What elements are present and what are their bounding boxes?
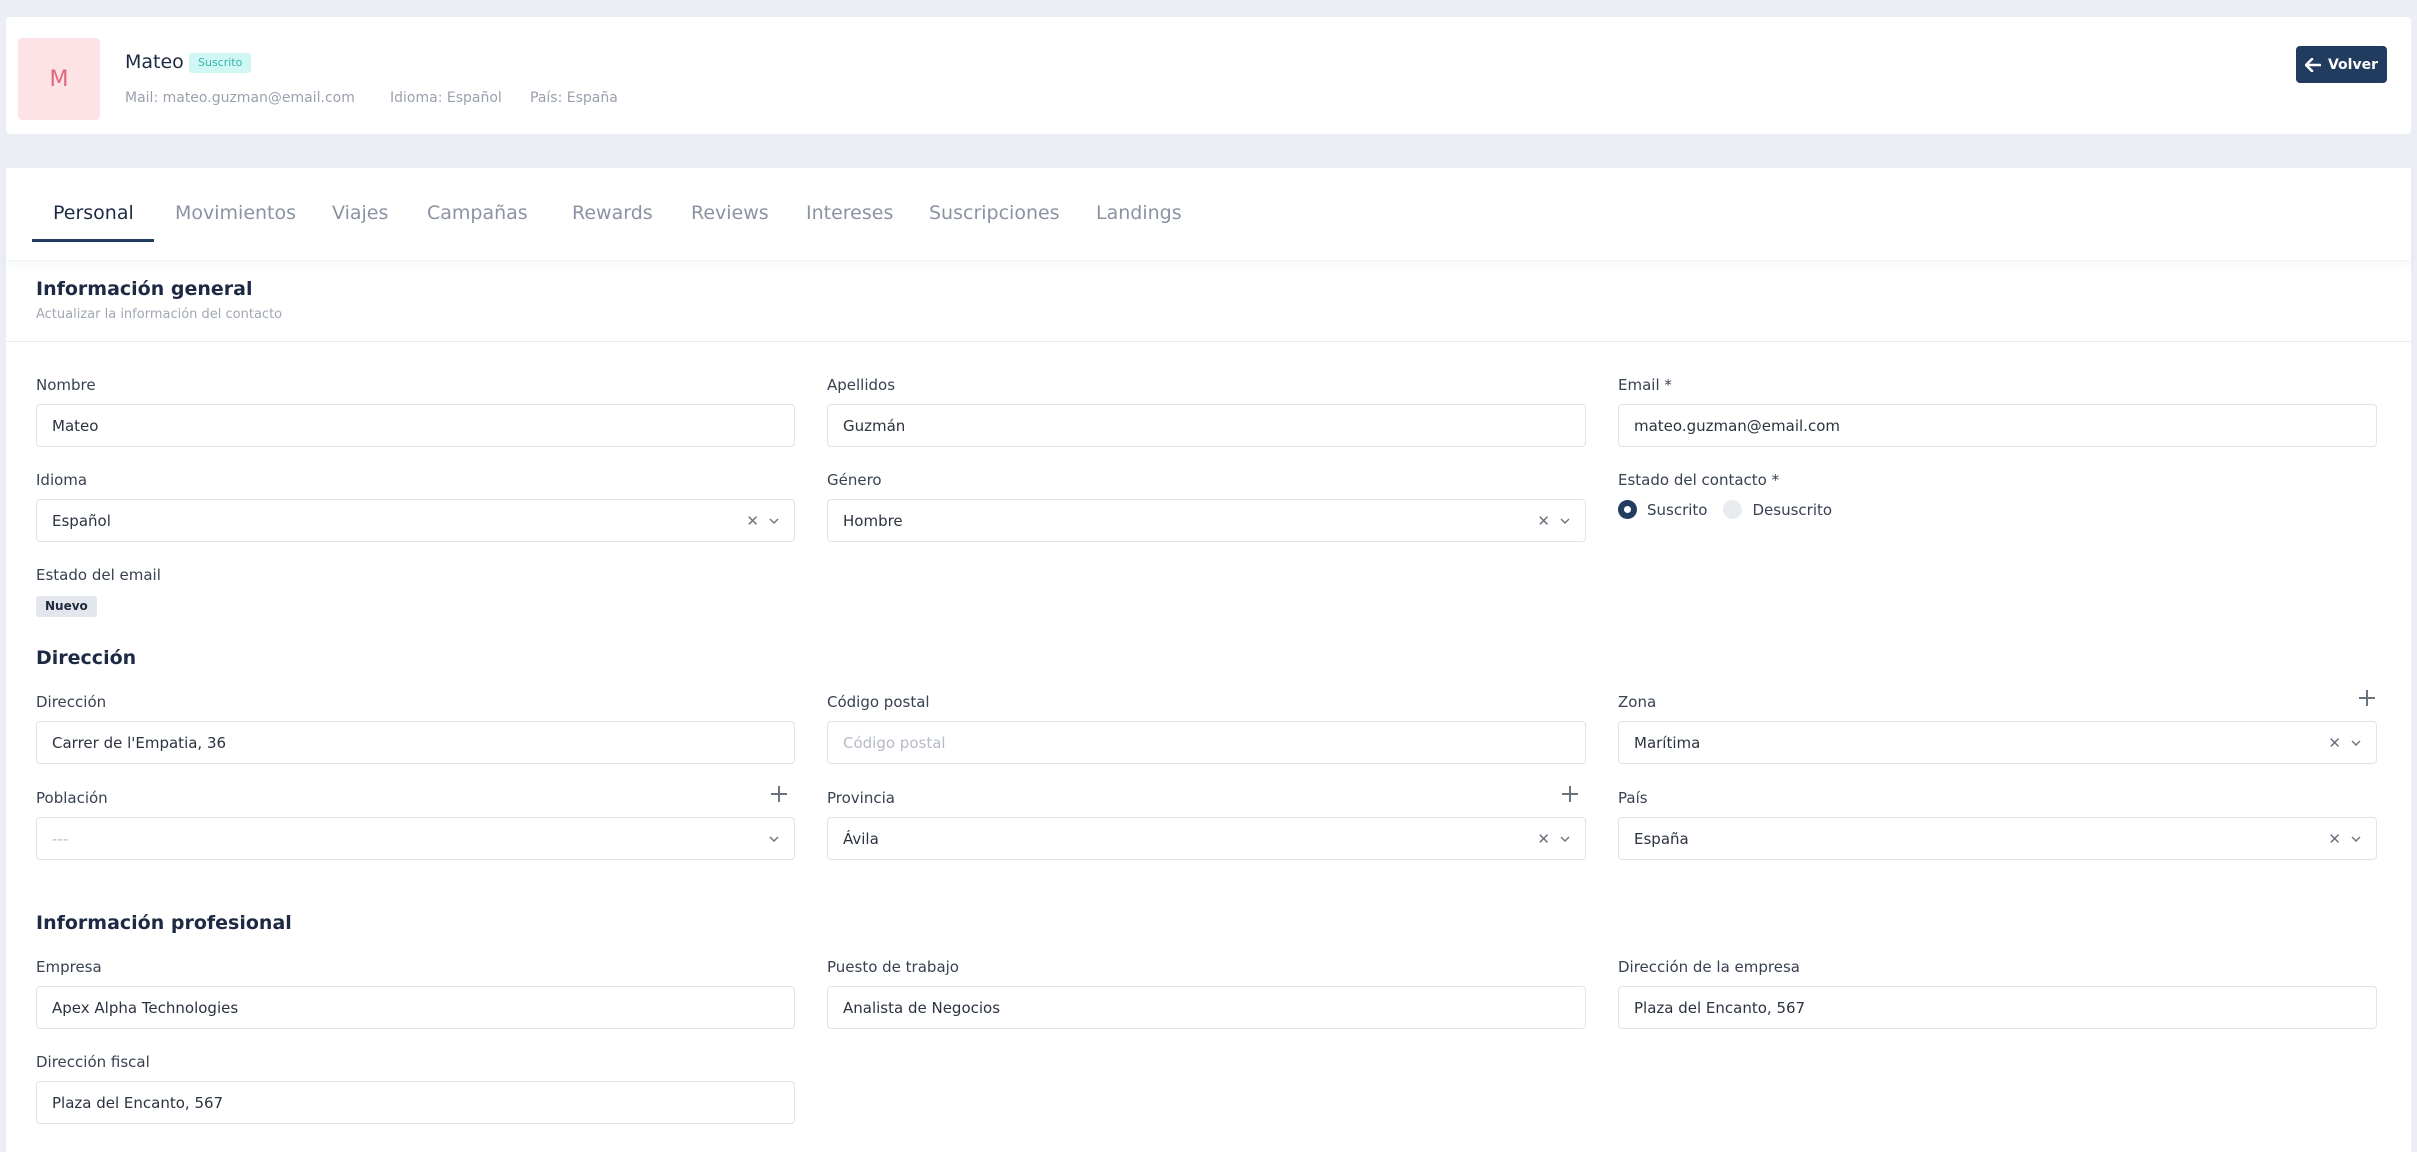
zona-value: Marítima (1634, 733, 1701, 752)
radio-unchecked-icon (1723, 500, 1743, 519)
section-title-direccion: Dirección (36, 647, 137, 669)
tab-suscripciones[interactable]: Suscripciones (929, 202, 1060, 224)
radio-desuscrito[interactable]: Desuscrito (1723, 500, 1832, 519)
close-icon[interactable]: ✕ (1537, 512, 1550, 530)
apellidos-label: Apellidos (827, 376, 896, 394)
zona-label: Zona (1618, 693, 1657, 711)
puesto-label: Puesto de trabajo (827, 958, 959, 976)
idioma-label: Idioma (36, 471, 88, 489)
close-icon[interactable]: ✕ (1537, 830, 1550, 848)
direccion-empresa-value: Plaza del Encanto, 567 (1634, 998, 1806, 1017)
avatar: M (18, 38, 100, 120)
estado-contacto-label: Estado del contacto * (1618, 471, 1780, 489)
genero-select[interactable]: Hombre ✕ (827, 499, 1586, 542)
email-label: Email * (1618, 376, 1672, 394)
nombre-label: Nombre (36, 376, 96, 394)
codigo-postal-input[interactable]: Código postal (827, 721, 1586, 764)
contact-mail: Mail: mateo.guzman@email.com (125, 90, 355, 106)
tab-viajes[interactable]: Viajes (332, 202, 388, 224)
contact-detail-card: Personal Movimientos Viajes Campañas Rew… (6, 168, 2411, 1152)
tab-bar: Personal Movimientos Viajes Campañas Rew… (6, 168, 2411, 261)
codigo-postal-placeholder: Código postal (843, 733, 946, 752)
estado-email-badge: Nuevo (36, 596, 97, 617)
chevron-down-icon[interactable] (769, 518, 779, 524)
tab-rewards[interactable]: Rewards (572, 202, 653, 224)
apellidos-input[interactable]: Guzmán (827, 404, 1586, 447)
poblacion-placeholder: --- (52, 829, 69, 848)
section-subtitle-general: Actualizar la información del contacto (36, 307, 283, 322)
direccion-fiscal-label: Dirección fiscal (36, 1053, 150, 1071)
chevron-down-icon[interactable] (1560, 518, 1570, 524)
empresa-value: Apex Alpha Technologies (52, 998, 239, 1017)
genero-label: Género (827, 471, 882, 489)
genero-value: Hombre (843, 511, 903, 530)
close-icon[interactable]: ✕ (746, 512, 759, 530)
direccion-empresa-input[interactable]: Plaza del Encanto, 567 (1618, 986, 2377, 1029)
radio-checked-icon (1618, 500, 1637, 519)
idioma-select[interactable]: Español ✕ (36, 499, 795, 542)
status-badge: Suscrito (189, 53, 252, 73)
chevron-down-icon[interactable] (769, 836, 779, 842)
avatar-initial: M (49, 66, 69, 92)
chevron-down-icon[interactable] (2351, 836, 2361, 842)
tab-intereses[interactable]: Intereses (806, 202, 893, 224)
provincia-select[interactable]: Ávila ✕ (827, 817, 1586, 860)
apellidos-value: Guzmán (843, 416, 906, 435)
plus-icon[interactable] (2358, 689, 2376, 707)
pais-label: País (1618, 789, 1648, 807)
contact-language: Idioma: Español (390, 90, 502, 106)
chevron-down-icon[interactable] (2351, 740, 2361, 746)
direccion-fiscal-input[interactable]: Plaza del Encanto, 567 (36, 1081, 795, 1124)
chevron-down-icon[interactable] (1560, 836, 1570, 842)
back-button[interactable]: Volver (2296, 46, 2387, 83)
email-input[interactable]: mateo.guzman@email.com (1618, 404, 2377, 447)
pais-select[interactable]: España ✕ (1618, 817, 2377, 860)
section-title-profesional: Información profesional (36, 912, 292, 934)
close-icon[interactable]: ✕ (2328, 830, 2341, 848)
section-divider (6, 341, 2411, 342)
plus-icon[interactable] (770, 785, 788, 803)
email-value: mateo.guzman@email.com (1634, 416, 1840, 435)
poblacion-select[interactable]: --- (36, 817, 795, 860)
radio-desuscrito-label: Desuscrito (1752, 500, 1833, 519)
tab-movimientos[interactable]: Movimientos (175, 202, 296, 224)
direccion-empresa-label: Dirección de la empresa (1618, 958, 1800, 976)
radio-suscrito[interactable]: Suscrito (1618, 500, 1707, 519)
zona-select[interactable]: Marítima ✕ (1618, 721, 2377, 764)
provincia-value: Ávila (843, 829, 879, 848)
tab-campanas[interactable]: Campañas (427, 202, 528, 224)
contact-name: Mateo (125, 51, 184, 73)
direccion-value: Carrer de l'Empatia, 36 (52, 733, 227, 752)
puesto-input[interactable]: Analista de Negocios (827, 986, 1586, 1029)
idioma-value: Español (52, 511, 111, 530)
active-tab-indicator (32, 239, 154, 242)
empresa-label: Empresa (36, 958, 102, 976)
puesto-value: Analista de Negocios (843, 998, 1001, 1017)
back-button-label: Volver (2327, 56, 2378, 73)
radio-suscrito-label: Suscrito (1647, 500, 1708, 519)
contact-country: País: España (530, 90, 618, 106)
estado-email-label: Estado del email (36, 566, 161, 584)
pais-value: España (1634, 829, 1689, 848)
direccion-input[interactable]: Carrer de l'Empatia, 36 (36, 721, 795, 764)
close-icon[interactable]: ✕ (2328, 734, 2341, 752)
estado-contacto-radio-group: Suscrito Desuscrito (1618, 500, 1848, 519)
nombre-input[interactable]: Mateo (36, 404, 795, 447)
direccion-label: Dirección (36, 693, 107, 711)
contact-header-card: M Mateo Suscrito Mail: mateo.guzman@emai… (6, 17, 2411, 134)
section-title-general: Información general (36, 278, 253, 300)
tab-landings[interactable]: Landings (1096, 202, 1182, 224)
empresa-input[interactable]: Apex Alpha Technologies (36, 986, 795, 1029)
nombre-value: Mateo (52, 416, 99, 435)
arrow-left-icon (2304, 57, 2321, 72)
codigo-postal-label: Código postal (827, 693, 930, 711)
provincia-label: Provincia (827, 789, 895, 807)
poblacion-label: Población (36, 789, 108, 807)
tab-reviews[interactable]: Reviews (691, 202, 769, 224)
direccion-fiscal-value: Plaza del Encanto, 567 (52, 1093, 224, 1112)
tab-personal[interactable]: Personal (53, 202, 134, 224)
plus-icon[interactable] (1561, 785, 1579, 803)
